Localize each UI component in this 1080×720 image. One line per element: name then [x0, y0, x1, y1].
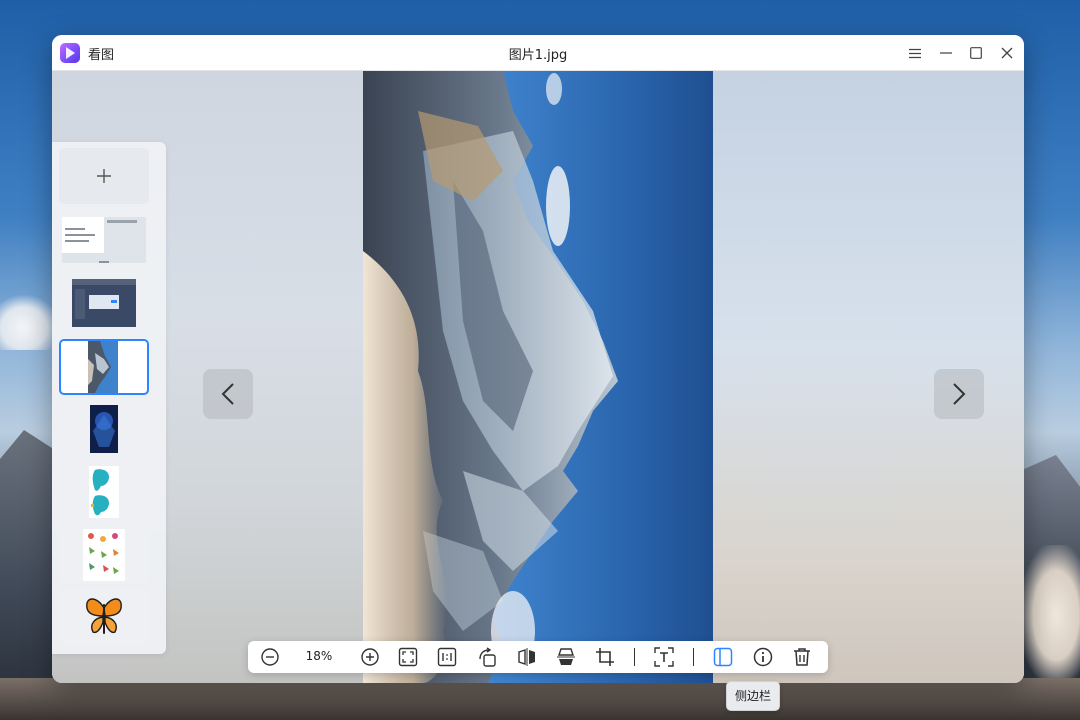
- image-canvas: [52, 71, 1024, 683]
- fit-window-button[interactable]: [394, 645, 422, 669]
- thumbnail-item[interactable]: [59, 527, 149, 583]
- actual-size-button[interactable]: [433, 645, 461, 669]
- flip-horizontal-button[interactable]: [513, 645, 541, 669]
- maximize-icon[interactable]: [963, 40, 989, 66]
- thumbnail-item[interactable]: [59, 401, 149, 457]
- trash-icon: [794, 648, 810, 666]
- text-recognition-icon: [654, 647, 674, 667]
- plus-icon: [97, 169, 111, 183]
- zoom-level: 18%: [305, 649, 333, 663]
- thumbnail-sidebar: [52, 142, 166, 654]
- next-image-button[interactable]: [934, 369, 984, 419]
- text-recognition-button[interactable]: [650, 645, 678, 669]
- actual-size-icon: [437, 647, 457, 667]
- close-icon[interactable]: [994, 40, 1020, 66]
- info-icon: [753, 647, 773, 667]
- fit-window-icon: [398, 647, 418, 667]
- zoom-out-button[interactable]: [256, 645, 284, 669]
- rotate-button[interactable]: [473, 645, 501, 669]
- delete-button[interactable]: [788, 645, 816, 669]
- sidebar-toggle-button[interactable]: [709, 645, 737, 669]
- image-info-button[interactable]: [749, 645, 777, 669]
- zoom-out-icon: [261, 648, 279, 666]
- crop-button[interactable]: [591, 645, 619, 669]
- toolbar-divider: [634, 648, 635, 666]
- sidebar-icon: [713, 647, 733, 667]
- wallpaper-mountain-left: [0, 430, 60, 720]
- add-image-button[interactable]: [59, 148, 149, 204]
- wallpaper-cloud-left: [0, 295, 60, 350]
- zoom-in-button[interactable]: [356, 645, 384, 669]
- flip-vertical-icon: [557, 648, 575, 665]
- wallpaper-bottom: [0, 678, 1080, 720]
- image-toolbar: 18%: [248, 641, 828, 673]
- title-bar[interactable]: 看图 图片1.jpg: [52, 35, 1024, 71]
- sidebar-tooltip: 侧边栏: [726, 681, 781, 711]
- thumbnail-item[interactable]: [59, 275, 149, 331]
- zoom-in-icon: [361, 648, 379, 666]
- thumbnail-item[interactable]: [59, 590, 149, 646]
- window-title: 图片1.jpg: [508, 48, 568, 63]
- crop-icon: [596, 648, 614, 666]
- image-viewer-window: 看图 图片1.jpg 18%: [52, 35, 1024, 683]
- thumbnail-item[interactable]: [59, 464, 149, 520]
- toolbar-divider: [693, 648, 694, 666]
- flip-vertical-button[interactable]: [552, 645, 580, 669]
- rotate-icon: [479, 647, 496, 667]
- wallpaper-cloud-right: [1020, 545, 1080, 685]
- flip-horizontal-icon: [518, 648, 535, 666]
- thumbnail-item-selected[interactable]: [59, 339, 149, 395]
- minimize-icon[interactable]: [933, 40, 959, 66]
- thumbnail-item[interactable]: [59, 212, 149, 268]
- chevron-left-icon: [221, 383, 234, 405]
- chevron-right-icon: [953, 383, 966, 405]
- hamburger-menu-icon[interactable]: [902, 40, 928, 66]
- previous-image-button[interactable]: [203, 369, 253, 419]
- main-image[interactable]: [363, 71, 713, 683]
